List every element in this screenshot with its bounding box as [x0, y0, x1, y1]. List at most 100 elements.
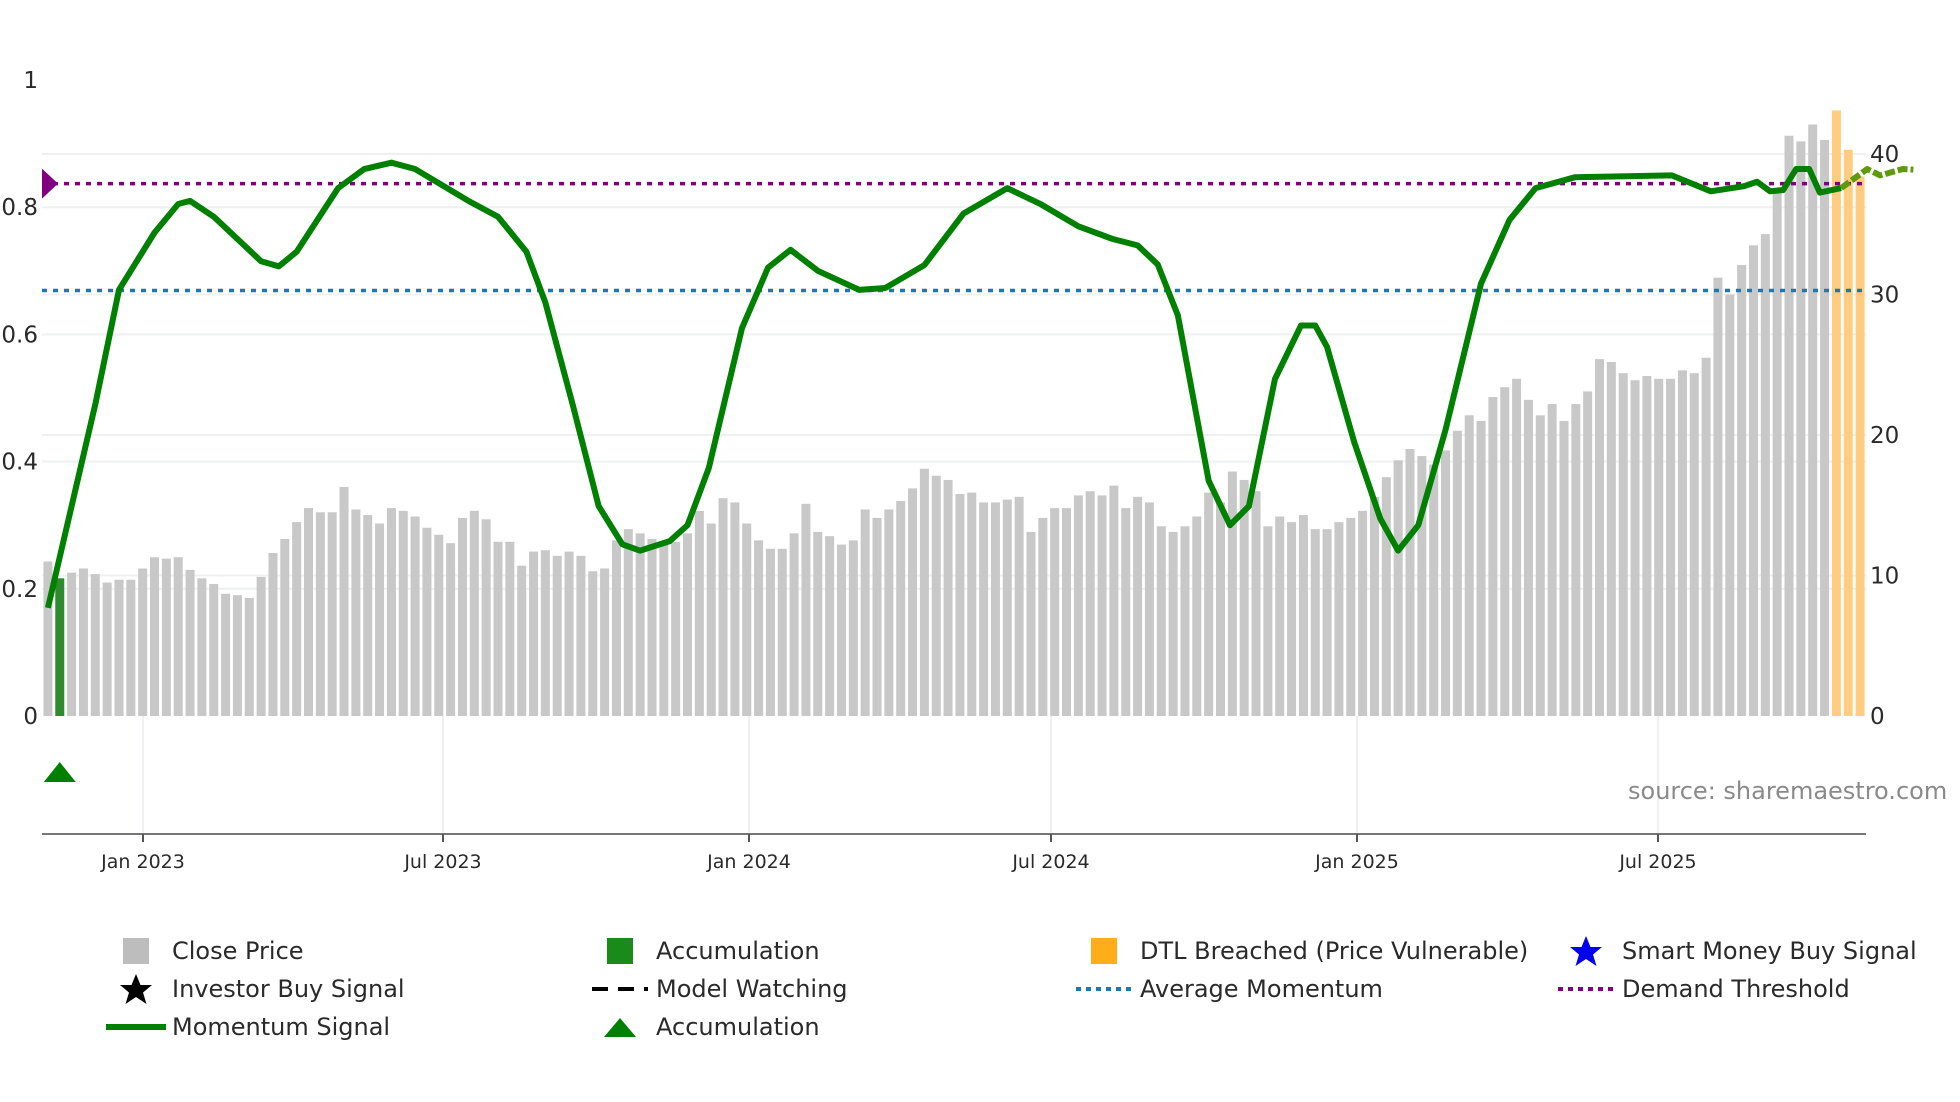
left-tick-label: 0: [23, 704, 38, 730]
solid-line-icon: [100, 1010, 172, 1044]
price-bar: [1156, 526, 1166, 716]
price-bar: [1618, 373, 1628, 716]
price-bar: [221, 593, 231, 716]
price-bar: [1405, 449, 1415, 716]
price-bar: [1275, 516, 1285, 716]
price-bar: [1535, 415, 1545, 716]
price-bar: [836, 544, 846, 716]
price-bar: [232, 595, 242, 716]
price-bar: [1287, 522, 1297, 716]
square-swatch-icon: [1068, 934, 1140, 968]
accumulation-triangle-marker: [43, 762, 76, 782]
legend-item[interactable]: Accumulation: [584, 934, 820, 968]
price-bar: [1322, 529, 1332, 716]
price-bar: [244, 597, 254, 716]
legend-item[interactable]: Close Price: [100, 934, 304, 968]
legend-item[interactable]: Average Momentum: [1068, 972, 1383, 1006]
price-bar: [1097, 495, 1107, 716]
demand-threshold-marker: [42, 168, 58, 199]
price-bar: [1263, 526, 1273, 716]
price-bar: [197, 578, 207, 716]
price-bar: [979, 502, 989, 716]
price-bar: [1476, 420, 1486, 716]
square-swatch-icon: [584, 934, 656, 968]
price-bar: [1772, 189, 1782, 716]
price-bar: [102, 582, 112, 716]
price-bar: [67, 572, 77, 716]
legend-item[interactable]: Model Watching: [584, 972, 848, 1006]
legend-label: Close Price: [172, 937, 304, 965]
dashed-line-icon: [584, 972, 656, 1006]
price-bar: [339, 486, 349, 716]
x-tick-label: Jan 2023: [100, 851, 185, 873]
dtl-breached-bar: [1843, 149, 1853, 716]
price-bar: [1192, 516, 1202, 716]
price-bar: [1452, 430, 1462, 716]
legend-label: DTL Breached (Price Vulnerable): [1140, 937, 1529, 965]
price-bar: [315, 512, 325, 716]
price-bar: [78, 568, 88, 716]
price-bar: [457, 517, 467, 716]
right-tick-label: 40: [1870, 142, 1899, 168]
price-bar: [1369, 496, 1379, 716]
x-tick-label: Jan 2025: [1314, 851, 1399, 873]
x-tick-label: Jul 2024: [1011, 851, 1089, 873]
price-bar: [990, 502, 1000, 716]
price-bar: [576, 555, 586, 716]
price-bar: [1701, 357, 1711, 716]
price-bar: [481, 519, 491, 716]
left-tick-label: 1: [23, 68, 38, 94]
left-tick-label: 0.2: [1, 577, 38, 603]
legend-label: Accumulation: [656, 1013, 820, 1041]
price-bar: [505, 541, 515, 716]
legend-item[interactable]: Demand Threshold: [1550, 972, 1850, 1006]
legend-label: Model Watching: [656, 975, 848, 1003]
star-icon: [1550, 934, 1622, 968]
price-bar: [1654, 378, 1664, 716]
left-tick-label: 0.4: [1, 450, 38, 476]
legend-item[interactable]: DTL Breached (Price Vulnerable): [1068, 934, 1528, 968]
price-bar: [1559, 420, 1569, 716]
price-bar: [375, 523, 385, 716]
price-bar: [422, 527, 432, 716]
price-bar: [1737, 264, 1747, 716]
price-bar: [611, 540, 621, 716]
price-bar: [872, 517, 882, 716]
price-bar: [173, 557, 183, 716]
legend-label: Average Momentum: [1140, 975, 1383, 1003]
legend-item[interactable]: Momentum Signal: [100, 1010, 390, 1044]
price-bar: [446, 543, 456, 716]
price-bar: [647, 538, 657, 716]
legend-item[interactable]: Accumulation: [584, 1010, 820, 1044]
right-tick-label: 10: [1870, 564, 1899, 590]
price-bar: [1725, 294, 1735, 716]
price-bar: [1500, 387, 1510, 716]
price-bar: [730, 502, 740, 716]
price-bar: [256, 576, 266, 716]
price-bar: [1630, 380, 1640, 716]
price-bar: [209, 583, 219, 716]
legend-item[interactable]: Smart Money Buy Signal: [1550, 934, 1917, 968]
price-bar: [1464, 415, 1474, 716]
price-bar: [919, 468, 929, 716]
price-bar: [1393, 460, 1403, 716]
price-bar: [1227, 471, 1237, 716]
legend-item[interactable]: Investor Buy Signal: [100, 972, 405, 1006]
price-bar: [1251, 491, 1261, 716]
price-bar: [1571, 404, 1581, 716]
price-bar: [303, 508, 313, 716]
price-bar: [1026, 531, 1036, 716]
price-bar: [1381, 477, 1391, 716]
price-bar: [1760, 234, 1770, 716]
price-bar: [754, 540, 764, 716]
x-tick-label: Jan 2024: [706, 851, 791, 873]
price-bar: [268, 553, 278, 716]
price-bar: [813, 531, 823, 716]
price-bar: [1014, 496, 1024, 716]
price-bar: [161, 558, 171, 716]
price-bar: [540, 550, 550, 716]
price-bar: [765, 548, 775, 716]
price-bar: [469, 510, 479, 716]
price-bar: [529, 551, 539, 716]
price-bar: [150, 557, 160, 716]
